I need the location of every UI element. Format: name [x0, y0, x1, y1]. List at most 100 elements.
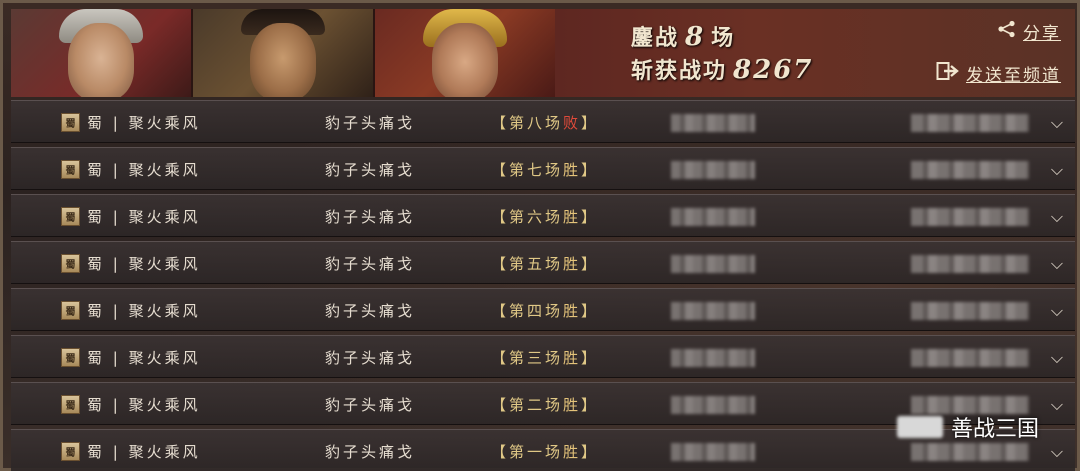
bracket-open: 【 [491, 114, 510, 132]
redacted-info [911, 302, 1029, 320]
merit-prefix: 斩获战功 [631, 58, 728, 84]
match-label: 【 第八场败 】 [491, 101, 599, 144]
send-arrow-icon [936, 61, 960, 86]
bracket-close: 】 [581, 208, 600, 226]
battle-row[interactable]: 蜀 蜀 | 聚火乘风 豹子头痛戈 【 第八场败 】 ⌵ [11, 100, 1075, 143]
bracket-close: 】 [581, 114, 600, 132]
general-portrait-1 [11, 9, 191, 97]
bracket-open: 【 [491, 396, 510, 414]
match-label: 【 第一场胜 】 [491, 430, 599, 471]
match-result: 胜 [563, 302, 582, 320]
chevron-down-icon[interactable]: ⌵ [1047, 148, 1067, 191]
shu-banner-icon: 蜀 [61, 301, 80, 320]
match-result: 胜 [563, 208, 582, 226]
opponent-name: 豹子头痛戈 [325, 443, 416, 461]
redacted-info [671, 208, 755, 226]
chevron-down-icon[interactable]: ⌵ [1047, 336, 1067, 379]
redacted-info [671, 255, 755, 273]
bracket-close: 】 [581, 396, 600, 414]
shu-banner-icon: 蜀 [61, 442, 80, 461]
opponent-name: 豹子头痛戈 [325, 161, 416, 179]
opponent-name: 豹子头痛戈 [325, 255, 416, 273]
match-label: 【 第七场胜 】 [491, 148, 599, 191]
battle-row[interactable]: 蜀 蜀 | 聚火乘风 豹子头痛戈 【 第七场胜 】 ⌵ [11, 147, 1075, 190]
battles-suffix: 场 [711, 25, 736, 51]
redacted-logo [896, 416, 943, 438]
battles-prefix: 鏖战 [631, 25, 680, 51]
match-number: 第一场 [509, 443, 564, 461]
shu-banner-icon: 蜀 [61, 160, 80, 179]
chevron-down-icon[interactable]: ⌵ [1047, 242, 1067, 285]
match-result: 败 [563, 114, 582, 132]
match-result: 胜 [563, 161, 582, 179]
bracket-close: 】 [581, 443, 600, 461]
shu-banner-icon: 蜀 [61, 254, 80, 273]
send-label: 发送至频道 [966, 66, 1061, 86]
match-result: 胜 [563, 443, 582, 461]
battle-row[interactable]: 蜀 蜀 | 聚火乘风 豹子头痛戈 【 第四场胜 】 ⌵ [11, 288, 1075, 331]
share-label: 分享 [1023, 24, 1061, 44]
battle-stats: 鏖战 8 场 斩获战功 8267 [631, 21, 819, 87]
team-name: 蜀 | 聚火乘风 [87, 161, 201, 179]
redacted-info [911, 443, 1029, 461]
battle-summary-header: 鏖战 8 场 斩获战功 8267 分享 发送至频道 [11, 9, 1075, 97]
team-name: 蜀 | 聚火乘风 [87, 396, 201, 414]
match-result: 胜 [563, 396, 582, 414]
share-button[interactable]: 分享 [997, 19, 1061, 44]
match-number: 第三场 [509, 349, 564, 367]
match-number: 第八场 [509, 114, 564, 132]
bracket-open: 【 [491, 302, 510, 320]
battle-row[interactable]: 蜀 蜀 | 聚火乘风 豹子头痛戈 【 第三场胜 】 ⌵ [11, 335, 1075, 378]
redacted-info [671, 161, 755, 179]
face [68, 23, 134, 97]
general-portrait-3 [375, 9, 555, 97]
chevron-down-icon[interactable]: ⌵ [1047, 383, 1067, 426]
opponent-name: 豹子头痛戈 [325, 208, 416, 226]
opponent-name: 豹子头痛戈 [325, 349, 416, 367]
battles-count: 8 [685, 22, 706, 52]
bracket-close: 】 [581, 161, 600, 179]
shu-banner-icon: 蜀 [61, 113, 80, 132]
shu-banner-icon: 蜀 [61, 395, 80, 414]
bracket-open: 【 [491, 255, 510, 273]
team-name: 蜀 | 聚火乘风 [87, 255, 201, 273]
battle-row[interactable]: 蜀 蜀 | 聚火乘风 豹子头痛戈 【 第六场胜 】 ⌵ [11, 194, 1075, 237]
redacted-info [671, 396, 755, 414]
battle-row[interactable]: 蜀 蜀 | 聚火乘风 豹子头痛戈 【 第五场胜 】 ⌵ [11, 241, 1075, 284]
chevron-down-icon[interactable]: ⌵ [1047, 289, 1067, 332]
bracket-open: 【 [491, 443, 510, 461]
team-name: 蜀 | 聚火乘风 [87, 349, 201, 367]
redacted-info [911, 161, 1029, 179]
share-nodes-icon [997, 20, 1017, 43]
redacted-info [671, 443, 755, 461]
opponent-name: 豹子头痛戈 [325, 396, 416, 414]
general-portrait-2 [193, 9, 373, 97]
match-label: 【 第二场胜 】 [491, 383, 599, 426]
battle-report-panel: 鏖战 8 场 斩获战功 8267 分享 发送至频道 蜀 蜀 | 聚火乘风 豹子头… [0, 0, 1080, 471]
match-label: 【 第三场胜 】 [491, 336, 599, 379]
bracket-close: 】 [581, 255, 600, 273]
match-number: 第四场 [509, 302, 564, 320]
team-name: 蜀 | 聚火乘风 [87, 208, 201, 226]
watermark-text: 善战三国 [950, 417, 1039, 442]
bracket-open: 【 [491, 349, 510, 367]
redacted-info [671, 349, 755, 367]
match-label: 【 第五场胜 】 [491, 242, 599, 285]
merit-points: 8267 [733, 55, 814, 85]
chevron-down-icon[interactable]: ⌵ [1047, 195, 1067, 238]
send-to-channel-button[interactable]: 发送至频道 [936, 61, 1061, 86]
match-number: 第二场 [509, 396, 564, 414]
team-name: 蜀 | 聚火乘风 [87, 302, 201, 320]
match-result: 胜 [563, 349, 582, 367]
opponent-name: 豹子头痛戈 [325, 114, 416, 132]
redacted-info [911, 349, 1029, 367]
match-number: 第七场 [509, 161, 564, 179]
merit-line: 斩获战功 8267 [631, 54, 819, 87]
battles-line: 鏖战 8 场 [631, 21, 819, 54]
redacted-info [911, 114, 1029, 132]
redacted-info [671, 114, 755, 132]
match-label: 【 第四场胜 】 [491, 289, 599, 332]
redacted-info [911, 255, 1029, 273]
chevron-down-icon[interactable]: ⌵ [1047, 101, 1067, 144]
chevron-down-icon[interactable]: ⌵ [1047, 430, 1067, 471]
